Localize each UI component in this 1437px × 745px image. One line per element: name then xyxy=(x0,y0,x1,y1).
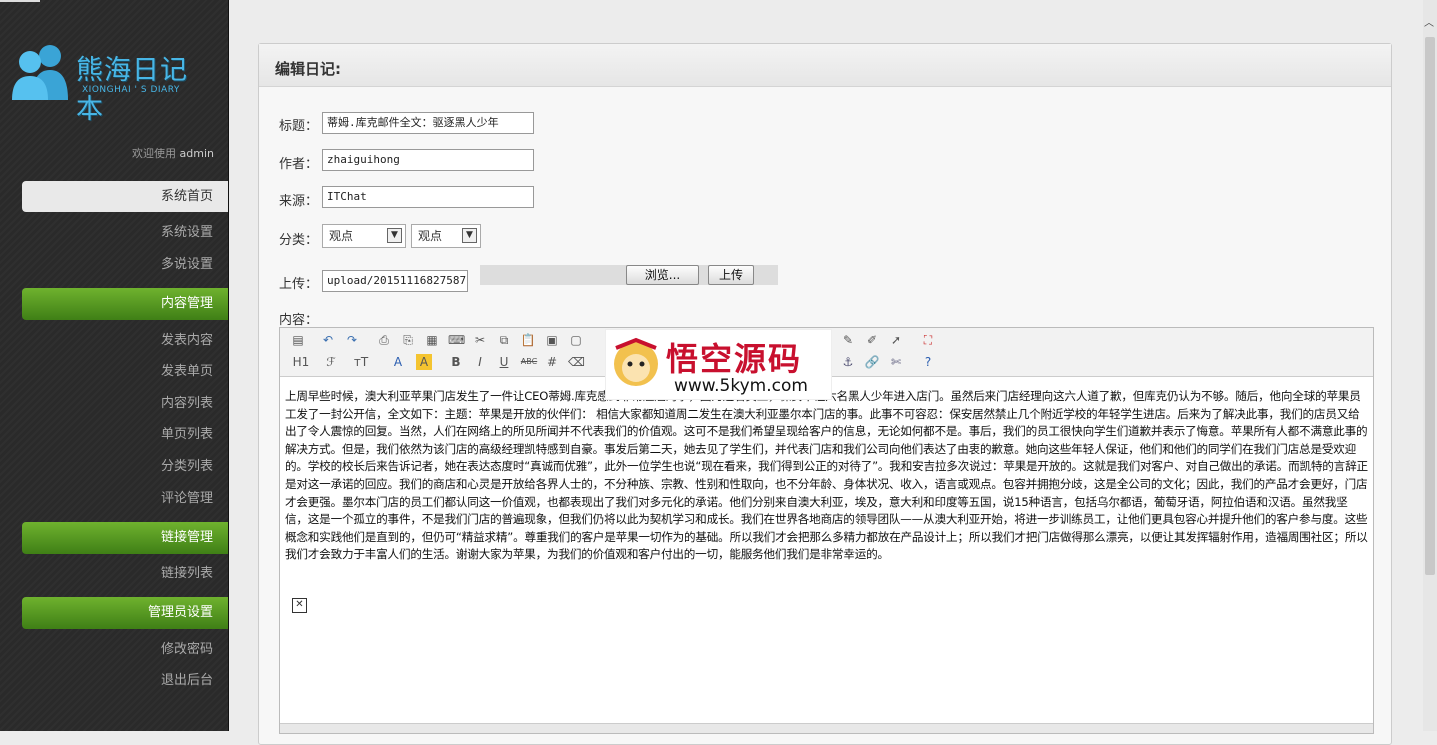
logo: 熊海日记本 XIONGHAI ' S DIARY xyxy=(10,42,210,125)
editor-resize-handle[interactable] xyxy=(280,723,1373,733)
top-divider xyxy=(0,0,40,2)
panel-header: 编辑日记: xyxy=(259,44,1391,87)
nav-section-links[interactable]: 链接管理 xyxy=(22,522,228,554)
browse-button[interactable]: 浏览... xyxy=(626,265,699,285)
chevron-down-icon: ▼ xyxy=(462,228,477,243)
bold-icon[interactable]: B xyxy=(448,354,464,370)
source-label: 来源： xyxy=(279,194,319,209)
welcome-prefix: 欢迎使用 xyxy=(132,147,177,160)
nav-page-list[interactable]: 单页列表 xyxy=(161,423,213,442)
monkey-logo-icon xyxy=(614,337,658,386)
nav-change-password[interactable]: 修改密码 xyxy=(161,638,213,657)
category-select-1-value: 观点 xyxy=(329,229,354,243)
category-select-1[interactable]: 观点 ▼ xyxy=(322,224,406,248)
nav-link-list[interactable]: 链接列表 xyxy=(161,562,213,581)
page-title: 编辑日记: xyxy=(275,60,341,78)
page-scrollbar[interactable]: ︿ xyxy=(1423,0,1437,731)
line-height-icon[interactable]: # xyxy=(544,354,560,370)
select-all-icon[interactable]: ➚ xyxy=(888,332,904,348)
paste-word-icon[interactable]: ▢ xyxy=(568,332,584,348)
title-input[interactable]: 蒂姆.库克邮件全文：驱逐黑人少年 xyxy=(322,112,534,134)
undo-icon[interactable]: ↶ xyxy=(320,332,336,348)
content-label: 内容： xyxy=(279,313,319,328)
watermark: 悟空源码 www.5kym.com xyxy=(605,329,832,400)
code-icon[interactable]: ⌨ xyxy=(448,332,465,348)
chevron-down-icon: ▼ xyxy=(387,228,402,243)
redo-icon[interactable]: ↷ xyxy=(344,332,360,348)
upload-path-input[interactable]: upload/20151116827587 xyxy=(322,270,468,292)
scrollbar-thumb[interactable] xyxy=(1425,37,1435,575)
source-code-icon[interactable]: ▤ xyxy=(290,332,306,348)
font-family-dropdown[interactable]: ℱ xyxy=(320,354,342,370)
nav-publish-content[interactable]: 发表内容 xyxy=(161,329,213,348)
font-size-dropdown[interactable]: тT xyxy=(350,354,372,370)
anchor-icon[interactable]: ⚓ xyxy=(840,354,856,370)
welcome-username: admin xyxy=(179,147,214,160)
nav-section-admin[interactable]: 管理员设置 xyxy=(22,597,228,629)
file-input[interactable]: 浏览... 上传 xyxy=(480,265,778,285)
author-label: 作者： xyxy=(279,157,319,172)
paste-icon[interactable]: 📋 xyxy=(520,332,536,348)
template-icon[interactable]: ▦ xyxy=(424,332,440,348)
upload-label: 上传： xyxy=(279,277,319,292)
category-select-2-value: 观点 xyxy=(418,229,443,243)
broken-image-icon[interactable]: ✕ xyxy=(292,598,307,613)
eraser-icon[interactable]: ⌫ xyxy=(568,354,585,370)
strikethrough-icon[interactable]: ABC xyxy=(518,354,540,370)
welcome-text: 欢迎使用 admin xyxy=(132,145,214,161)
copy-icon[interactable]: ⧉ xyxy=(496,332,512,348)
cut-icon[interactable]: ✂ xyxy=(472,332,488,348)
fullscreen-icon[interactable]: ⛶ xyxy=(920,332,936,348)
brand-subtitle: XIONGHAI ' S DIARY xyxy=(82,85,180,95)
upload-button[interactable]: 上传 xyxy=(708,265,754,285)
watermark-title: 悟空源码 xyxy=(666,340,803,378)
nav-section-content[interactable]: 内容管理 xyxy=(22,288,228,320)
category-select-2[interactable]: 观点 ▼ xyxy=(411,224,481,248)
watermark-url: www.5kym.com xyxy=(674,376,808,396)
print-icon[interactable]: ⎘ xyxy=(400,332,416,348)
underline-icon[interactable]: U xyxy=(496,354,512,370)
title-label: 标题： xyxy=(279,119,319,134)
scroll-up-icon[interactable]: ︿ xyxy=(1424,14,1434,29)
nav-category-list[interactable]: 分类列表 xyxy=(161,455,213,474)
font-color-icon[interactable]: A xyxy=(390,354,406,370)
preview-icon[interactable]: ⎙ xyxy=(376,332,392,348)
nav-logout[interactable]: 退出后台 xyxy=(161,669,213,688)
quick-format-icon[interactable]: ✐ xyxy=(864,332,880,348)
category-label: 分类： xyxy=(279,233,319,248)
nav-comment-manage[interactable]: 评论管理 xyxy=(161,487,213,506)
paste-text-icon[interactable]: ▣ xyxy=(544,332,560,348)
source-input[interactable]: ITChat xyxy=(322,186,534,208)
format-brush-icon[interactable]: ✎ xyxy=(840,332,856,348)
author-input[interactable]: zhaiguihong xyxy=(322,149,534,171)
nav-system-settings[interactable]: 系统设置 xyxy=(161,221,213,240)
nav-duoshuo-settings[interactable]: 多说设置 xyxy=(161,253,213,272)
help-icon[interactable]: ? xyxy=(920,354,936,370)
users-logo-icon xyxy=(12,45,68,100)
link-icon[interactable]: 🔗 xyxy=(864,354,880,370)
editor-content[interactable]: 上周早些时候，澳大利亚苹果门店发生了一件让CEO蒂姆.库克感到非常尴尬的事，因为… xyxy=(285,388,1368,564)
unlink-icon[interactable]: ✄ xyxy=(888,354,904,370)
nav-publish-page[interactable]: 发表单页 xyxy=(161,360,213,379)
sidebar: 熊海日记本 XIONGHAI ' S DIARY 欢迎使用 admin 系统首页… xyxy=(0,0,229,731)
nav-home[interactable]: 系统首页 xyxy=(22,181,228,212)
nav-content-list[interactable]: 内容列表 xyxy=(161,392,213,411)
italic-icon[interactable]: I xyxy=(472,354,488,370)
highlight-color-icon[interactable]: A xyxy=(416,354,432,370)
heading-dropdown[interactable]: H1 xyxy=(288,354,314,370)
